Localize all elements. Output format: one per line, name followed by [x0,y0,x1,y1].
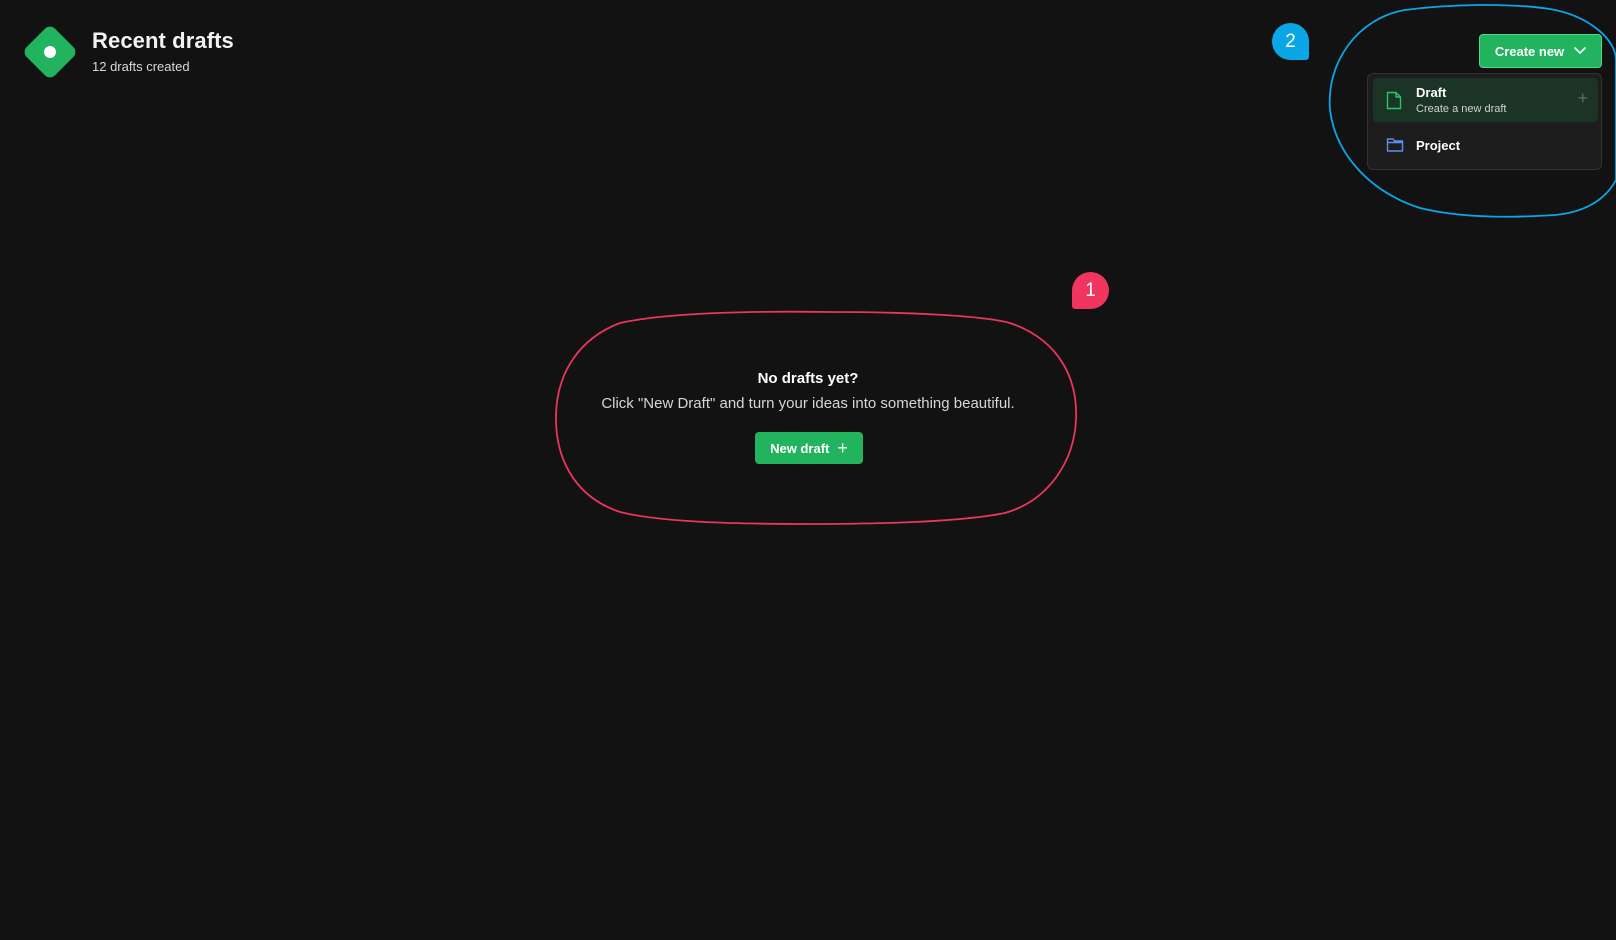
annotation-badge-2: 2 [1272,23,1309,60]
annotation-outlines [555,4,1616,525]
drafts-page: Recent drafts 12 drafts created No draft… [0,0,1616,940]
annotation-outline-1 [555,310,1077,525]
annotation-outline-2 [1328,4,1616,218]
annotation-badge-1: 1 [1072,272,1109,309]
